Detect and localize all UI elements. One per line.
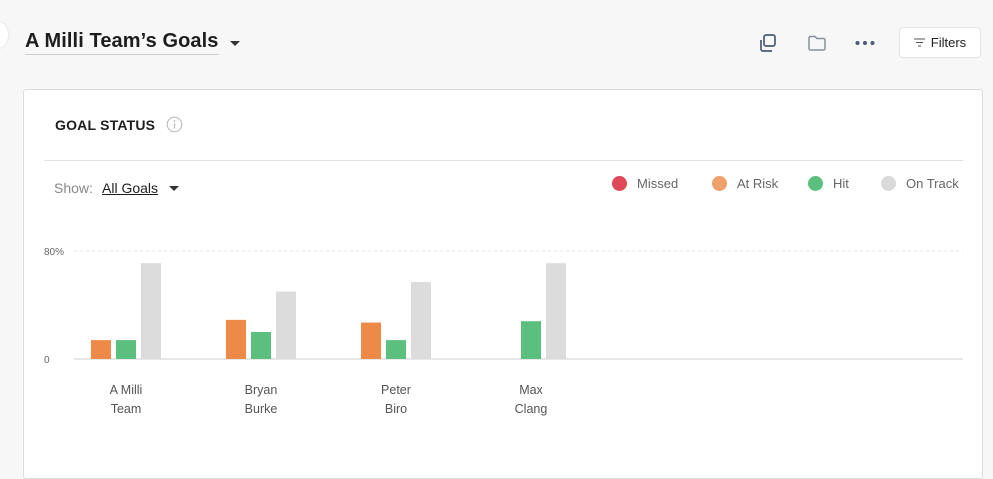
- caret-down-icon: [229, 41, 240, 46]
- panel-collapse-handle[interactable]: [0, 22, 8, 48]
- bar-on-track: [276, 291, 296, 359]
- bar-on-track: [546, 263, 566, 359]
- x-tick-label: Peter: [381, 383, 411, 397]
- page-title: A Milli Team’s Goals: [25, 30, 219, 55]
- x-tick-label: Biro: [385, 402, 407, 416]
- bar-hit: [251, 332, 271, 359]
- x-tick-label: Burke: [245, 402, 278, 416]
- filters-label: Filters: [930, 35, 967, 50]
- filter-icon: [913, 38, 925, 47]
- x-tick-label: Bryan: [245, 383, 278, 397]
- page-title-dropdown[interactable]: A Milli Team’s Goals: [25, 30, 240, 55]
- more-options-icon[interactable]: [854, 32, 876, 54]
- y-tick-label: 80%: [44, 247, 64, 258]
- bar-on-track: [141, 263, 161, 359]
- y-tick-label: 0: [44, 355, 50, 366]
- bar-hit: [521, 321, 541, 359]
- bar-on-track: [411, 282, 431, 359]
- folder-icon[interactable]: [806, 32, 828, 54]
- bar-hit: [116, 340, 136, 359]
- x-tick-label: Max: [519, 383, 543, 397]
- filters-button[interactable]: Filters: [899, 27, 981, 58]
- x-tick-label: A Milli: [110, 383, 143, 397]
- goal-status-chart: 0 80% A Milli Team Bryan Burke Peter Biro Max Cla…: [44, 247, 963, 416]
- bar-at-risk: [91, 340, 111, 359]
- goal-status-card: GOAL STATUS Show: All Goals Missed At Ri…: [23, 89, 983, 479]
- copy-icon[interactable]: [757, 32, 779, 54]
- x-tick-label: Clang: [515, 402, 548, 416]
- bar-hit: [386, 340, 406, 359]
- x-tick-label: Team: [111, 402, 142, 416]
- bar-at-risk: [361, 322, 381, 359]
- bar-at-risk: [226, 319, 246, 359]
